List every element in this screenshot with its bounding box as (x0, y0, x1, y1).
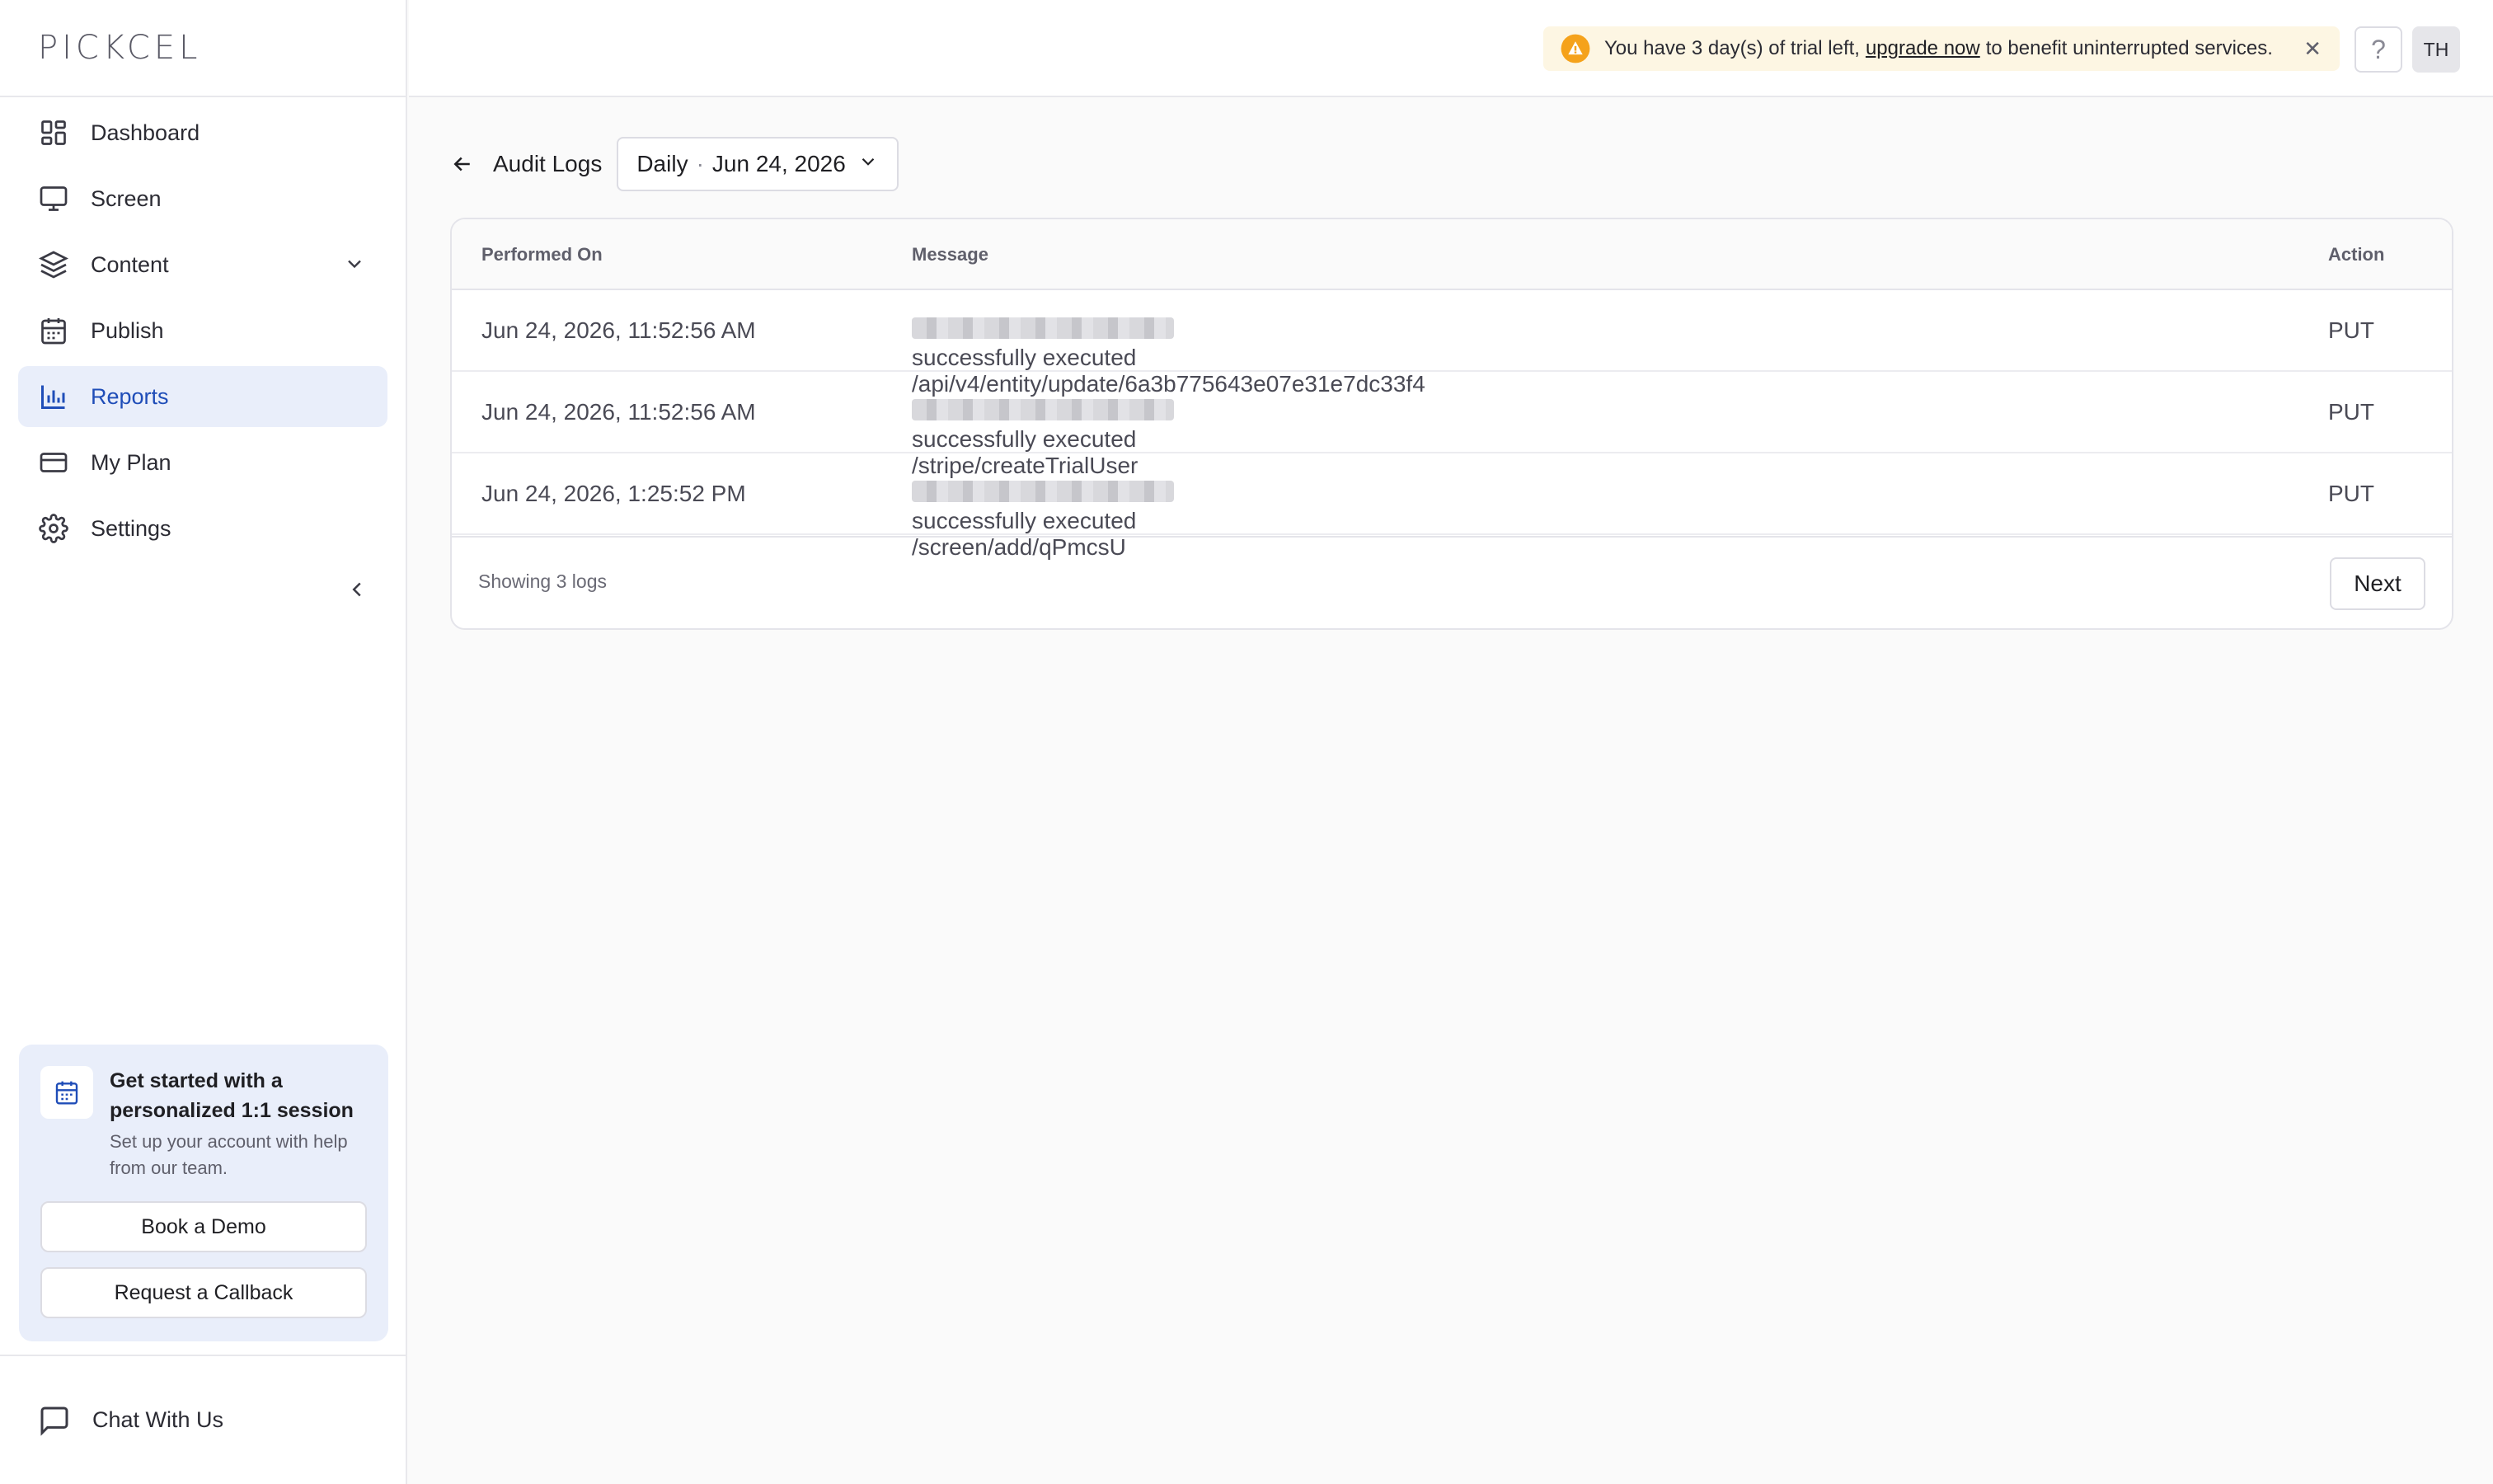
column-header-message: Message (912, 244, 988, 265)
onboarding-promo-card: Get started with a personalized 1:1 sess… (19, 1045, 388, 1341)
message-cell: successfully executed /api/v4/entity/upd… (912, 317, 1425, 397)
avatar[interactable]: TH (2412, 26, 2460, 73)
chevron-down-icon (857, 151, 879, 178)
chat-with-us-link[interactable]: Chat With Us (0, 1355, 407, 1484)
sidebar-item-screen[interactable]: Screen (18, 168, 387, 229)
sidebar-item-settings[interactable]: Settings (18, 498, 387, 559)
sidebar-item-label: Content (91, 251, 169, 277)
message-cell: successfully executed /stripe/createTria… (912, 399, 1177, 478)
table-row: Jun 24, 2026, 1:25:52 PM successfully ex… (452, 453, 2452, 560)
sidebar-item-my-plan[interactable]: My Plan (18, 432, 387, 493)
column-header-action: Action (2328, 244, 2385, 265)
sidebar: PICKCEL Dashboard Screen Content Publish… (0, 0, 407, 1484)
promo-subtitle: Set up your account with help from our t… (110, 1131, 348, 1178)
table-header: Performed On Message Action (452, 219, 2452, 290)
calendar-icon (38, 315, 69, 346)
chevron-down-icon[interactable] (343, 252, 366, 281)
sidebar-item-dashboard[interactable]: Dashboard (18, 102, 387, 163)
dashboard-icon (38, 117, 69, 148)
trial-text-suffix: to benefit uninterrupted services. (1985, 37, 2273, 59)
range-date: Jun 24, 2026 (711, 151, 846, 176)
credit-card-icon (38, 447, 69, 478)
sidebar-item-label: Reports (91, 383, 169, 409)
sidebar-nav: Dashboard Screen Content Publish Reports… (0, 97, 406, 559)
range-separator: · (696, 151, 704, 176)
gear-icon (38, 513, 69, 544)
message-cell: successfully executed /screen/add/qPmcsU (912, 481, 1177, 560)
action-cell: PUT (2328, 399, 2374, 425)
trial-banner: You have 3 day(s) of trial left, upgrade… (1543, 26, 2340, 71)
chat-bubble-icon (38, 1404, 71, 1437)
log-count: Showing 3 logs (478, 571, 607, 592)
redacted-user (912, 481, 1174, 502)
page-header: Audit Logs Daily · Jun 24, 2026 (450, 137, 899, 191)
help-button[interactable]: ? (2354, 26, 2402, 73)
calendar-icon (40, 1066, 93, 1119)
sidebar-item-label: Dashboard (91, 120, 200, 145)
range-period: Daily (636, 151, 688, 176)
collapse-sidebar-icon[interactable] (345, 577, 369, 602)
warning-icon (1560, 33, 1591, 64)
upgrade-now-link[interactable]: upgrade now (1866, 37, 1980, 60)
book-demo-button[interactable]: Book a Demo (40, 1201, 367, 1252)
sidebar-item-publish[interactable]: Publish (18, 300, 387, 361)
request-callback-button[interactable]: Request a Callback (40, 1267, 367, 1318)
column-header-performed-on: Performed On (481, 244, 603, 265)
table-row: Jun 24, 2026, 11:52:56 AM successfully e… (452, 290, 2452, 397)
performed-on-cell: Jun 24, 2026, 11:52:56 AM (481, 399, 756, 425)
date-range-dropdown[interactable]: Daily · Jun 24, 2026 (617, 137, 899, 191)
sidebar-item-reports[interactable]: Reports (18, 366, 387, 427)
table-row: Jun 24, 2026, 11:52:56 AM successfully e… (452, 372, 2452, 478)
trial-text-prefix: You have 3 day(s) of trial left, (1604, 37, 1860, 59)
monitor-icon (38, 183, 69, 214)
sidebar-item-content[interactable]: Content (18, 234, 387, 295)
next-page-button[interactable]: Next (2330, 557, 2425, 610)
sidebar-item-label: Screen (91, 186, 162, 211)
promo-title: Get started with a personalized 1:1 sess… (110, 1069, 354, 1122)
table-footer: Showing 3 logs Next (452, 536, 2452, 628)
brand-logo[interactable]: PICKCEL (38, 29, 201, 67)
performed-on-cell: Jun 24, 2026, 1:25:52 PM (481, 481, 746, 506)
chat-label: Chat With Us (92, 1407, 224, 1432)
page-title: Audit Logs (493, 151, 603, 176)
action-cell: PUT (2328, 317, 2374, 343)
bar-chart-icon (38, 381, 69, 412)
sidebar-item-label: Settings (91, 515, 171, 541)
redacted-user (912, 399, 1174, 420)
close-icon[interactable]: ✕ (2303, 36, 2322, 62)
layers-icon (38, 249, 69, 280)
action-cell: PUT (2328, 481, 2374, 506)
logo-row: PICKCEL (0, 0, 406, 97)
sidebar-item-label: My Plan (91, 449, 171, 475)
redacted-user (912, 317, 1174, 339)
performed-on-cell: Jun 24, 2026, 11:52:56 AM (481, 317, 756, 343)
sidebar-item-label: Publish (91, 317, 164, 343)
back-arrow-icon[interactable] (450, 152, 475, 176)
audit-log-table: Performed On Message Action Jun 24, 2026… (450, 218, 2453, 630)
